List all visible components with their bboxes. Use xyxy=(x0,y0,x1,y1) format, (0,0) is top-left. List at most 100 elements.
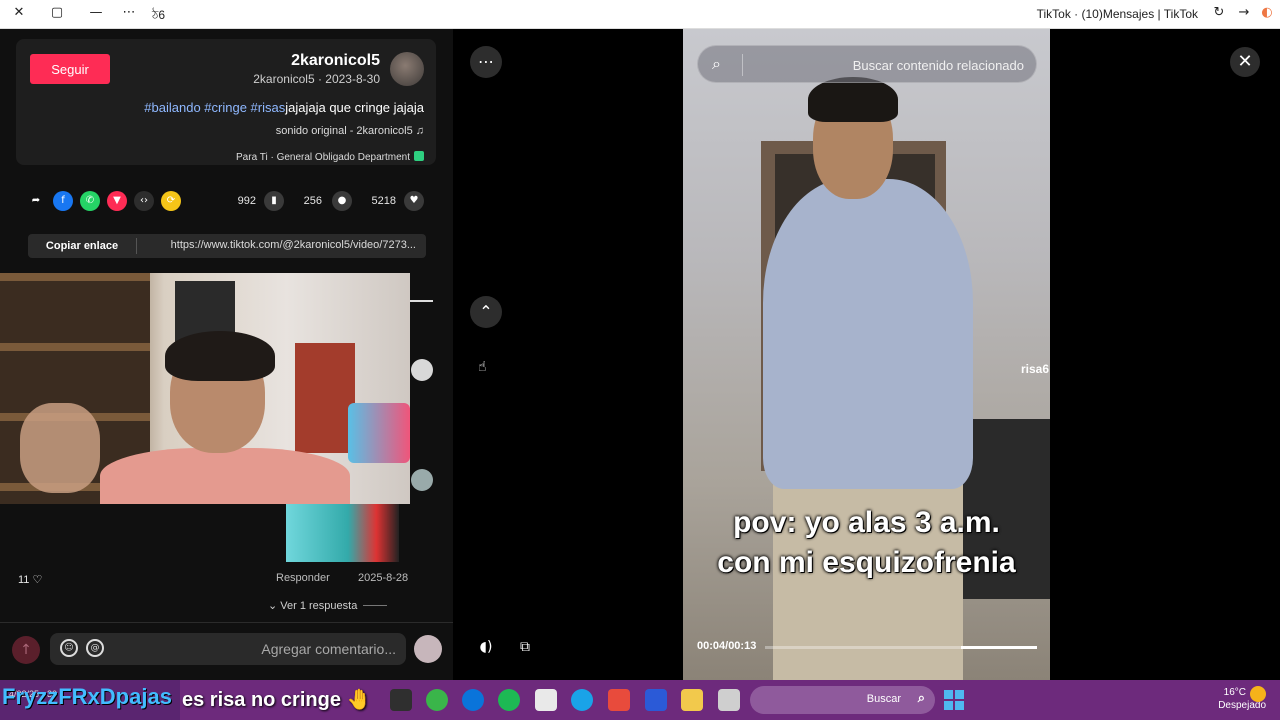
restore-icon[interactable]: ▢ xyxy=(46,5,68,20)
reply-link[interactable]: Responder xyxy=(276,572,330,584)
related-search-input[interactable] xyxy=(754,52,1024,78)
save-count: 992 xyxy=(237,195,256,207)
comment-like[interactable]: 11 ♡ xyxy=(18,573,42,586)
music-note-icon: ♫ xyxy=(415,125,424,137)
minecraft-icon[interactable] xyxy=(390,689,412,711)
search-divider xyxy=(742,54,743,76)
related-search-bar: ⌕ xyxy=(697,45,1037,83)
view-replies-link[interactable]: ⌄ Ver 1 respuesta xyxy=(268,599,388,612)
stream-overlay-text: es risa no cringe 🤚 xyxy=(182,687,371,712)
comment-count: 256 xyxy=(303,195,322,207)
author-username[interactable]: 2karonicol5 xyxy=(291,52,380,70)
webcam-microphone xyxy=(348,403,410,463)
video-watermark: risa6 xyxy=(1021,362,1050,376)
webcam-hand xyxy=(20,403,100,493)
send-icon[interactable]: ▼ xyxy=(107,191,127,211)
send-comment-icon[interactable]: ↑ xyxy=(12,636,40,664)
hand-emoji-icon: 🤚 xyxy=(346,689,372,711)
close-video-icon[interactable]: ✕ xyxy=(1230,47,1260,77)
search-icon[interactable]: ⌕ xyxy=(712,54,721,74)
back-icon[interactable]: → xyxy=(1233,5,1255,20)
app-icon[interactable] xyxy=(426,689,448,711)
video-info-card: 2karonicol5 2karonicol5 · 2023-8-30 Segu… xyxy=(16,39,436,165)
browser-logo-icon: ◐ xyxy=(1261,5,1273,20)
windows-start-icon[interactable] xyxy=(944,690,964,710)
playlist-link[interactable]: Para Ti · General Obligado Department xyxy=(236,151,424,163)
progress-fill xyxy=(960,646,1037,649)
pip-icon[interactable]: ⧉ xyxy=(509,631,541,663)
app-icon[interactable] xyxy=(462,689,484,711)
edge-icon[interactable] xyxy=(571,689,593,711)
caption-line: pov: yo alas 3 a.m. xyxy=(733,506,1000,539)
copy-link-button[interactable]: Copiar enlace xyxy=(28,234,136,258)
right-backdrop: ✕ xyxy=(1050,29,1280,680)
spotify-icon[interactable] xyxy=(498,689,520,711)
repost-icon[interactable]: ⟳ xyxy=(161,191,181,211)
author-meta: 2karonicol5 · 2023-8-30 xyxy=(253,72,380,86)
share-arrow-icon[interactable]: ➦ xyxy=(26,191,46,211)
comment-divider xyxy=(410,300,433,302)
comment-sticker-image xyxy=(286,504,399,562)
taskbar-search-label: Buscar xyxy=(866,693,901,705)
volume-icon[interactable]: ◖) xyxy=(470,631,502,663)
sound-label: sonido original - 2karonicol5 xyxy=(275,125,413,137)
store-icon[interactable] xyxy=(535,689,557,711)
comments-section: 11 ♡ 2025-8-28 Responder ⌄ Ver 1 respues… xyxy=(0,273,453,638)
webcam-person xyxy=(100,448,350,504)
webcam-person xyxy=(165,331,275,381)
video-person xyxy=(763,179,973,489)
follow-button[interactable]: Seguir xyxy=(30,54,110,84)
video-player[interactable]: ⌕ risa6 pov: yo alas 3 a.m. con mi esqui… xyxy=(683,29,1050,680)
browser-title-bar: ✕ ▢ — ⋯ ঠ6 TikTok · (10)Mensajes | TikTo… xyxy=(0,0,1280,29)
facebook-icon[interactable]: f xyxy=(53,191,73,211)
weather-widget[interactable]: 16°C Despejado xyxy=(1218,686,1266,712)
emoji-icon[interactable]: ☺ xyxy=(60,639,78,657)
user-avatar[interactable] xyxy=(414,635,442,663)
comment-like-count: 11 xyxy=(18,574,30,586)
progress-bar[interactable] xyxy=(765,646,1037,649)
comment-icon[interactable]: ● xyxy=(332,191,352,211)
bookmark-icon[interactable]: ▮ xyxy=(264,191,284,211)
search-icon: ⌕ xyxy=(917,691,925,706)
file-explorer-icon[interactable] xyxy=(681,689,703,711)
reload-icon[interactable]: ↻ xyxy=(1208,5,1230,20)
embed-icon[interactable]: ‹› xyxy=(134,191,154,211)
overlay-text: es risa no cringe xyxy=(182,689,341,711)
more-options-icon[interactable]: ⋯ xyxy=(470,46,502,78)
playlist-icon xyxy=(414,151,424,161)
streamer-webcam-overlay xyxy=(0,273,410,504)
view-replies-line xyxy=(363,605,388,606)
link-divider xyxy=(136,238,137,254)
chevron-up-icon[interactable]: ⌃ xyxy=(470,296,502,328)
action-bar: ♥ 5218 ● 256 ▮ 992 ⟳ ‹› ▼ ✆ f ➦ xyxy=(16,189,436,219)
video-caption-overlay: pov: yo alas 3 a.m. con mi esquizofrenia xyxy=(683,503,1050,583)
video-caption: #bailando #cringe #risasjajajaja que cri… xyxy=(144,100,424,115)
caption-line: con mi esquizofrenia xyxy=(717,546,1016,579)
details-panel: 2karonicol5 2karonicol5 · 2023-8-30 Segu… xyxy=(0,29,453,680)
caption-tags[interactable]: #bailando #cringe #risas xyxy=(144,100,285,115)
commenter-avatar[interactable] xyxy=(411,469,433,491)
share-url[interactable]: https://www.tiktok.com/@2karonicol5/vide… xyxy=(171,239,416,251)
webcam-poster xyxy=(295,343,355,453)
heart-icon[interactable]: ♥ xyxy=(404,191,424,211)
minimize-icon[interactable]: — xyxy=(85,5,107,20)
windows-taskbar: 14/02/25 - 30 FryzzFRxDpajas es risa no … xyxy=(0,680,1280,720)
author-avatar[interactable] xyxy=(390,52,424,86)
sound-link[interactable]: sonido original - 2karonicol5 ♫ xyxy=(276,125,424,137)
sun-icon xyxy=(1250,686,1266,702)
task-view-icon[interactable] xyxy=(718,689,740,711)
taskbar-search[interactable]: Buscar ⌕ xyxy=(750,686,935,714)
share-link-bar: Copiar enlace https://www.tiktok.com/@2k… xyxy=(28,234,426,258)
more-icon[interactable]: ⋯ xyxy=(118,5,140,20)
mention-icon[interactable]: @ xyxy=(86,639,104,657)
hand-cursor-icon: ☝ xyxy=(478,359,487,375)
app-icon[interactable] xyxy=(608,689,630,711)
caption-text: jajajaja que cringe jajaja xyxy=(285,100,424,115)
commenter-avatar[interactable] xyxy=(411,359,433,381)
chevron-down-icon: ⌄ xyxy=(268,600,278,612)
word-icon[interactable] xyxy=(645,689,667,711)
playlist-label: Para Ti · General Obligado Department xyxy=(236,152,410,163)
whatsapp-icon[interactable]: ✆ xyxy=(80,191,100,211)
close-icon[interactable]: ✕ xyxy=(8,5,30,20)
window-title: TikTok · (10)Mensajes | TikTok xyxy=(1036,7,1198,21)
